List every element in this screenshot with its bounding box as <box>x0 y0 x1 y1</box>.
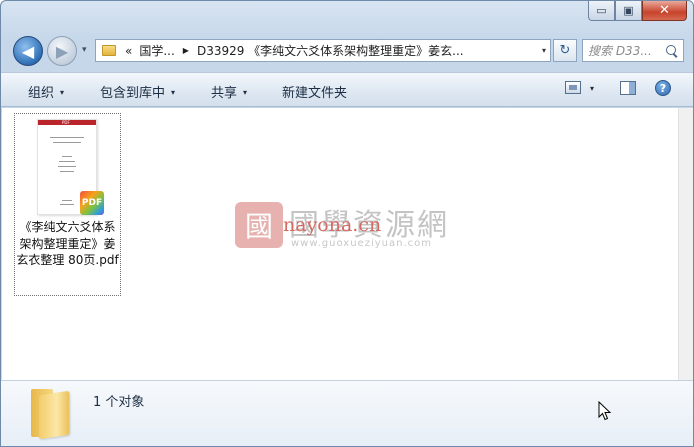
mouse-pointer-icon <box>598 401 612 421</box>
address-dropdown-icon[interactable]: ▾ <box>542 46 546 55</box>
change-view-icon[interactable] <box>565 81 581 94</box>
breadcrumb-overflow-chevron[interactable]: « <box>125 44 132 58</box>
new-folder-button[interactable]: 新建文件夹 <box>282 82 347 101</box>
include-in-library-label: 包含到库中 <box>100 86 166 101</box>
organize-label: 组织 <box>28 86 55 101</box>
thumbnail-text-line <box>50 137 84 138</box>
file-item[interactable]: PDF PDF 《李纯文六爻体系架构整理重定》姜玄衣整理 80页.pdf <box>14 113 121 296</box>
folder-icon <box>102 45 116 56</box>
minimize-icon: ▭ <box>596 4 607 17</box>
file-list-area[interactable]: PDF PDF 《李纯文六爻体系架构整理重定》姜玄衣整理 80页.pdf 國 國… <box>2 108 678 380</box>
close-icon: ✕ <box>659 3 670 18</box>
back-button[interactable]: ◀ <box>13 36 43 66</box>
forward-arrow-icon: ▶ <box>55 41 69 61</box>
thumbnail-text-line <box>53 142 81 143</box>
thumbnail-text-line <box>58 166 76 167</box>
breadcrumb-segment-guoxue[interactable]: 国学... <box>139 42 174 59</box>
share-menu[interactable]: 共享 ▾ <box>211 82 247 101</box>
search-box[interactable]: 搜索 D33... <box>582 39 684 62</box>
refresh-button[interactable]: ↻ <box>553 39 577 62</box>
minimize-button[interactable]: ▭ <box>588 1 615 21</box>
search-input[interactable]: 搜索 D33... <box>588 42 652 59</box>
command-toolbar: 组织 ▾ 包含到库中 ▾ 共享 ▾ 新建文件夹 ▾ ? <box>1 72 693 107</box>
preview-pane-icon[interactable] <box>620 81 636 95</box>
file-name-label[interactable]: 《李纯文六爻体系架构整理重定》姜玄衣整理 80页.pdf <box>15 219 120 269</box>
search-icon[interactable] <box>666 44 678 57</box>
chevron-down-icon: ▾ <box>171 88 176 97</box>
chevron-down-icon: ▾ <box>243 88 248 97</box>
thumbnail-text-line <box>60 204 74 205</box>
watermark-seal: 國 <box>235 202 283 248</box>
maximize-button[interactable]: ▣ <box>615 1 642 21</box>
refresh-icon: ↻ <box>559 43 571 58</box>
item-count-label: 1 个对象 <box>93 395 145 410</box>
maximize-icon: ▣ <box>623 4 634 17</box>
close-button[interactable]: ✕ <box>642 1 687 21</box>
details-pane: 1 个对象 <box>1 380 693 446</box>
watermark: 國 國學資源網 nayona.cn www.guoxueziyuan.com <box>235 200 465 260</box>
back-arrow-icon: ◀ <box>21 41 35 61</box>
explorer-window: ▭ ▣ ✕ ◀ ▶ ▾ « 国学... ▶ D33929 《李纯文六爻体系架构整… <box>0 0 694 447</box>
watermark-latin-text: nayona.cn <box>283 214 382 236</box>
folder-icon <box>29 389 73 440</box>
recent-pages-button[interactable]: ▾ <box>82 45 87 55</box>
thumbnail-text-line <box>59 161 75 162</box>
vertical-scrollbar[interactable] <box>678 108 693 380</box>
view-options-dropdown-icon[interactable]: ▾ <box>590 84 594 93</box>
navigation-bar: ◀ ▶ ▾ « 国学... ▶ D33929 《李纯文六爻体系架构整理重定》姜玄… <box>1 33 693 67</box>
pdf-file-icon: PDF <box>80 191 104 215</box>
watermark-url-text: www.guoxueziyuan.com <box>291 238 432 249</box>
thumbnail-text-line <box>62 200 72 201</box>
thumbnail-header-text: PDF <box>62 120 70 125</box>
breadcrumb-segment-current-folder[interactable]: D33929 《李纯文六爻体系架构整理重定》姜玄... <box>197 42 464 59</box>
address-bar[interactable]: « 国学... ▶ D33929 《李纯文六爻体系架构整理重定》姜玄... ▾ <box>95 39 551 62</box>
thumbnail-text-line <box>60 171 74 172</box>
caption-buttons: ▭ ▣ ✕ <box>588 1 687 21</box>
include-in-library-menu[interactable]: 包含到库中 ▾ <box>100 82 175 101</box>
help-icon[interactable]: ? <box>655 80 671 96</box>
thumbnail-text-line <box>62 156 72 157</box>
thumbnail-header-band: PDF <box>38 120 96 125</box>
chevron-down-icon: ▾ <box>60 88 65 97</box>
share-label: 共享 <box>211 86 238 101</box>
forward-button[interactable]: ▶ <box>47 36 77 66</box>
breadcrumb-separator-icon[interactable]: ▶ <box>183 46 189 55</box>
organize-menu[interactable]: 组织 ▾ <box>28 82 64 101</box>
